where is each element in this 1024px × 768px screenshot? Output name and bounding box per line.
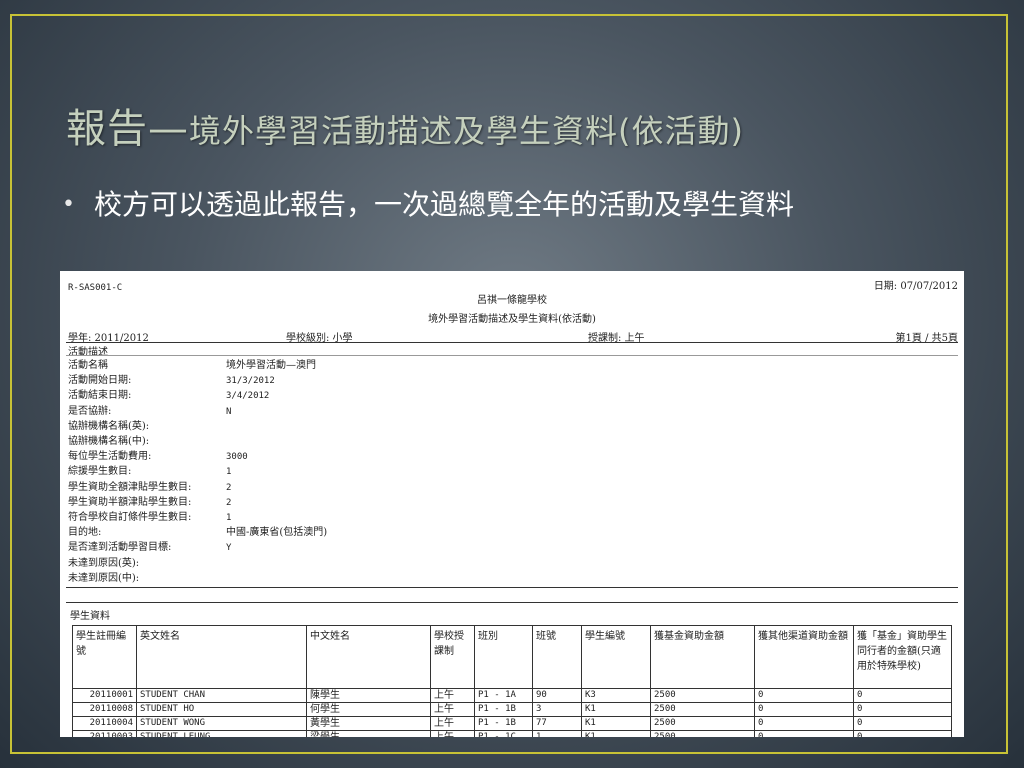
- column-header: 英文姓名: [136, 625, 307, 689]
- table-cell: P1 - 1B: [474, 716, 533, 731]
- field-value: 境外學習活動—澳門: [226, 360, 316, 371]
- field-label: 活動結束日期:: [68, 390, 132, 402]
- table-cell: 0: [853, 702, 952, 717]
- field-value: 31/3/2012: [226, 376, 275, 387]
- table-cell: 上午: [430, 716, 475, 731]
- table-cell: K3: [581, 688, 651, 703]
- report-date: 日期: 07/07/2012: [873, 281, 958, 292]
- table-cell: P1 - 1B: [474, 702, 533, 717]
- divider: [66, 355, 958, 356]
- column-header: 學生編號: [581, 625, 651, 689]
- column-header: 學校授課制: [430, 625, 475, 689]
- field-label: 活動開始日期:: [68, 375, 132, 387]
- table-cell: 2500: [650, 730, 755, 737]
- table-cell: STUDENT CHAN: [136, 688, 307, 703]
- students-table: 學生註冊編號 英文姓名 中文姓名 學校授課制 班別 班號 學生編號 獲基金資助金額 獲其他渠道資…: [72, 625, 952, 737]
- table-cell: P1 - 1A: [474, 688, 533, 703]
- field-label: 學生資助半額津貼學生數目:: [68, 496, 192, 508]
- table-row: 20110001 STUDENT CHAN 陳學生 上午 P1 - 1A 90 K3 2500…: [72, 688, 952, 703]
- field-value: 3000: [226, 452, 248, 463]
- bullet-dot-icon: •: [62, 192, 75, 217]
- field-value: 3/4/2012: [226, 391, 270, 402]
- table-cell: 20110004: [72, 716, 137, 731]
- table-cell: K1: [581, 716, 651, 731]
- report-title: 境外學習活動描述及學生資料(依活動): [428, 314, 596, 325]
- field-value: 中國-廣東省(包括澳門): [226, 527, 328, 539]
- table-cell: K1: [581, 702, 651, 717]
- table-cell: 1: [532, 730, 582, 737]
- table-cell: 0: [754, 716, 854, 731]
- table-header-row: 學生註冊編號 英文姓名 中文姓名 學校授課制 班別 班號 學生編號 獲基金資助金額 獲其他渠道資…: [72, 625, 952, 689]
- field-label: 活動名稱: [68, 360, 108, 371]
- column-header: 班號: [532, 625, 582, 689]
- bullet-point: • 校方可以透過此報告，一次過總覽全年的活動及學生資料: [62, 186, 952, 224]
- title-main: 報告—: [66, 106, 189, 152]
- field-label: 綜援學生數目:: [68, 466, 132, 478]
- field-label: 符合學校自訂條件學生數目:: [68, 512, 192, 523]
- field-label: 目的地:: [68, 527, 102, 539]
- table-cell: 0: [853, 688, 952, 703]
- table-cell: 上午: [430, 688, 475, 703]
- column-header: 獲基金資助金額: [650, 625, 755, 689]
- table-cell: 0: [754, 688, 854, 703]
- table-cell: 陳學生: [306, 688, 431, 703]
- column-header: 班別: [474, 625, 533, 689]
- table-cell: STUDENT LEUNG: [136, 730, 307, 737]
- field-label: 是否達到活動學習目標:: [68, 542, 172, 554]
- table-cell: 0: [754, 730, 854, 737]
- field-value: Y: [226, 543, 232, 554]
- field-value: N: [226, 406, 232, 417]
- field-value: 1: [226, 513, 232, 523]
- table-cell: STUDENT WONG: [136, 716, 307, 731]
- divider: [66, 587, 958, 588]
- table-cell: 梁學生: [306, 730, 431, 737]
- field-label: 協辦機構名稱(英):: [68, 420, 150, 432]
- table-cell: K1: [581, 730, 651, 737]
- bullet-text: 校方可以透過此報告，一次過總覽全年的活動及學生資料: [94, 188, 795, 221]
- field-value: 1: [226, 467, 232, 478]
- column-header: 獲其他渠道資助金額: [754, 625, 854, 689]
- field-label: 未達到原因(英):: [68, 557, 140, 569]
- field-value: 2: [226, 497, 232, 508]
- school-name: 呂祺一條龍學校: [477, 295, 547, 306]
- table-cell: 0: [853, 716, 952, 731]
- table-cell: 上午: [430, 702, 475, 717]
- field-label: 協辦機構名稱(中):: [68, 436, 150, 447]
- divider: [66, 342, 958, 343]
- field-value: 2: [226, 482, 232, 493]
- field-label: 學生資助全額津貼學生數目:: [68, 481, 192, 493]
- title-sub: 境外學習活動描述及學生資料(依活動): [189, 112, 744, 150]
- table-row: 20110004 STUDENT WONG 黃學生 上午 P1 - 1B 77 K1 2500…: [72, 716, 952, 731]
- table-cell: STUDENT HO: [136, 702, 307, 717]
- table-cell: 2500: [650, 702, 755, 717]
- table-cell: 黃學生: [306, 716, 431, 731]
- table-cell: 20110003: [72, 730, 137, 737]
- table-cell: 2500: [650, 688, 755, 703]
- table-cell: P1 - 1C: [474, 730, 533, 737]
- table-body: 20110001 STUDENT CHAN 陳學生 上午 P1 - 1A 90 K3 2500…: [72, 688, 952, 737]
- table-cell: 0: [754, 702, 854, 717]
- field-label: 每位學生活動費用:: [68, 451, 152, 463]
- column-header: 中文姓名: [306, 625, 431, 689]
- column-header: 學生註冊編號: [72, 625, 137, 689]
- slide-title: 報告—境外學習活動描述及學生資料(依活動): [66, 96, 744, 154]
- field-label: 未達到原因(中):: [68, 572, 140, 584]
- section-students-heading: 學生資料: [70, 611, 110, 622]
- table-cell: 90: [532, 688, 582, 703]
- table-row: 20110003STUDENT LEUNG梁學生上午P1 - 1C1K12500…: [72, 730, 952, 737]
- table-cell: 上午: [430, 730, 475, 737]
- table-cell: 0: [853, 730, 952, 737]
- field-label: 是否協辦:: [68, 405, 112, 417]
- column-header: 獲「基金」資助學生同行者的金額(只適用於特殊學校): [853, 625, 952, 689]
- report-document: R-SAS001-C 日期: 07/07/2012 呂祺一條龍學校 境外學習活動…: [60, 271, 964, 737]
- table-row: 20110008 STUDENT HO 何學生 上午 P1 - 1B 3 K1 2500 0 0: [72, 702, 952, 717]
- table-cell: 20110001: [72, 688, 137, 703]
- table-cell: 3: [532, 702, 582, 717]
- table-cell: 77: [532, 716, 582, 731]
- table-cell: 2500: [650, 716, 755, 731]
- divider: [66, 602, 958, 603]
- table-cell: 20110008: [72, 702, 137, 717]
- table-cell: 何學生: [306, 702, 431, 717]
